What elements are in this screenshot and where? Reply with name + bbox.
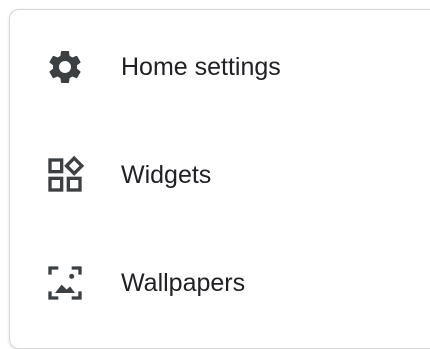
menu-item-home-settings[interactable]: Home settings [10,13,430,121]
menu-item-wallpapers[interactable]: Wallpapers [10,229,430,337]
wallpaper-icon [44,262,86,304]
widgets-icon [44,154,86,196]
gear-icon [44,46,86,88]
menu-item-label: Widgets [121,160,212,189]
menu-item-widgets[interactable]: Widgets [10,121,430,229]
menu-item-label: Home settings [121,52,281,81]
menu-item-label: Wallpapers [121,268,246,297]
popup-menu: Home settings Widgets Wallpapers [9,9,430,349]
